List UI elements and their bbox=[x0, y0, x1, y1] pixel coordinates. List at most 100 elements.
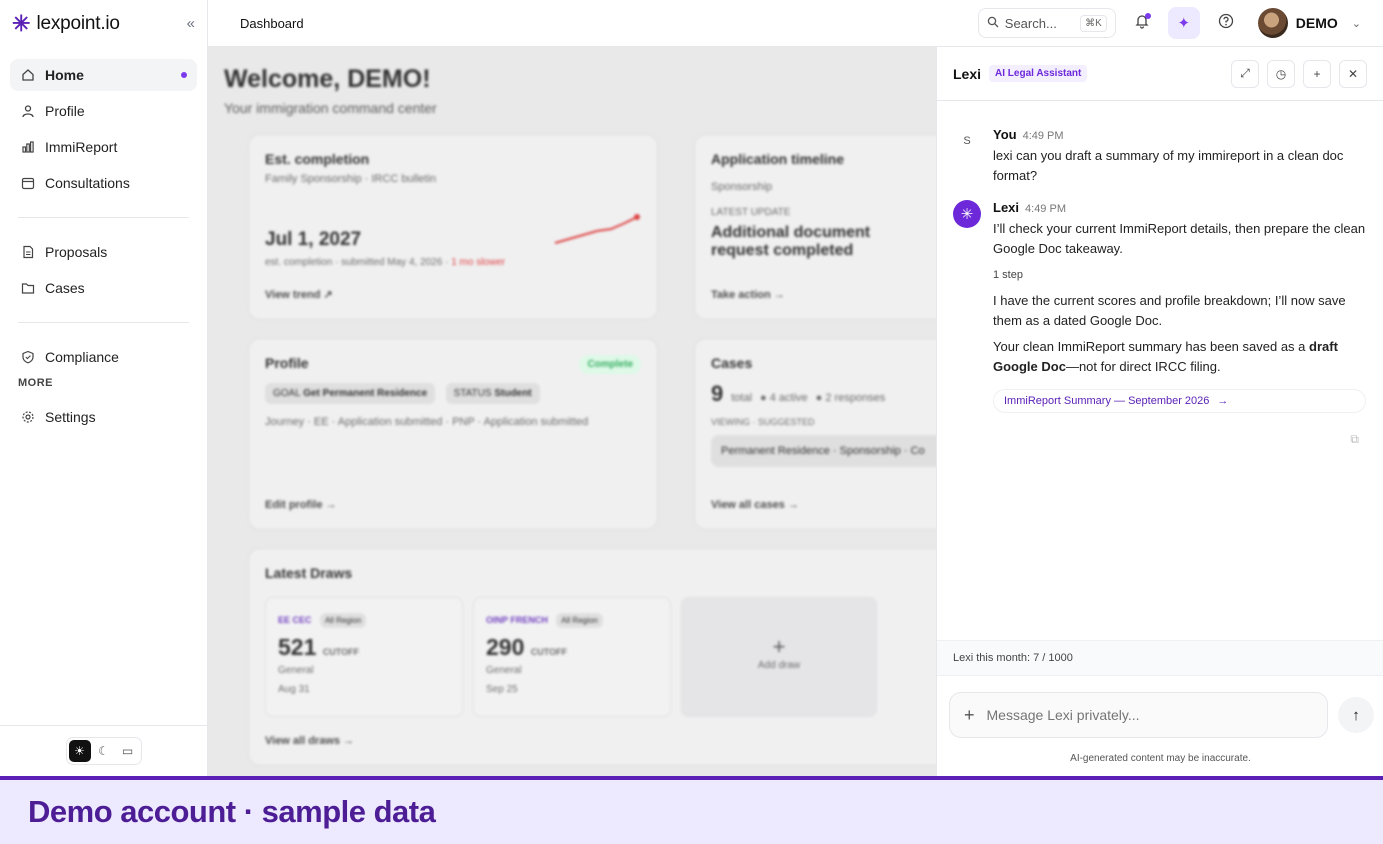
close-icon[interactable]: ✕ bbox=[1339, 59, 1367, 88]
draw-tag: EE CEC bbox=[278, 615, 312, 625]
draw-card[interactable]: OINP FRENCH All Region 290 CUTOFF Genera… bbox=[473, 597, 671, 717]
lexi-actions: ⤢ ◷ + ✕ bbox=[1231, 59, 1367, 88]
delta: 1 mo slower bbox=[451, 257, 506, 268]
expand-icon[interactable]: ⤢ bbox=[1231, 59, 1259, 88]
card-title: Application timeline bbox=[711, 151, 845, 167]
monitor-icon[interactable]: ▭ bbox=[117, 740, 139, 762]
brand-name: lexpoint.io bbox=[36, 12, 120, 34]
sidebar-nav: Home Profile ImmiReport Consultations Pr… bbox=[0, 47, 207, 433]
update-line-1: Additional document bbox=[711, 224, 871, 241]
view-all-draws-link[interactable]: View all draws → bbox=[265, 735, 354, 747]
card-subtitle: Family Sponsorship · IRCC bulletin bbox=[265, 173, 437, 185]
chart-icon bbox=[20, 140, 35, 155]
user-menu[interactable]: DEMO ⌄ bbox=[1257, 8, 1361, 38]
cases-card[interactable]: Cases 9 total ● 4 active ● 2 responses V… bbox=[694, 338, 936, 530]
cases-active: ● 4 active bbox=[760, 392, 808, 404]
copy-icon[interactable]: ⧉ bbox=[1350, 432, 1359, 447]
view-trend-link[interactable]: View trend ↗ bbox=[265, 288, 333, 301]
sidebar-item-settings[interactable]: Settings bbox=[10, 401, 197, 433]
status-badge: Complete bbox=[579, 355, 641, 374]
cases-responses: ● 2 responses bbox=[815, 392, 886, 404]
sidebar-item-proposals[interactable]: Proposals bbox=[10, 236, 197, 268]
ai-assistant-button[interactable]: ✦ bbox=[1167, 7, 1200, 39]
sidebar-item-label: Settings bbox=[45, 409, 96, 425]
assistant-tag: AI Legal Assistant bbox=[989, 65, 1088, 82]
draw-date: Aug 31 bbox=[278, 684, 310, 695]
demo-banner-text: Demo account · sample data bbox=[28, 794, 436, 829]
take-action-link[interactable]: Take action → bbox=[711, 289, 785, 301]
edit-profile-link[interactable]: Edit profile → bbox=[265, 499, 337, 511]
sidebar: ✳ lexpoint.io « Home Profile ImmiReport bbox=[0, 0, 208, 776]
search-shortcut: ⌘K bbox=[1080, 14, 1107, 32]
demo-banner: Demo account · sample data bbox=[0, 776, 1383, 844]
sidebar-item-profile[interactable]: Profile bbox=[10, 95, 197, 127]
search-label: Search... bbox=[1004, 15, 1057, 31]
view-all-cases-link[interactable]: View all cases → bbox=[711, 499, 799, 511]
cases-total-label: total bbox=[731, 392, 753, 404]
search-button[interactable]: Search... ⌘K bbox=[977, 8, 1116, 38]
draw-score: 521 CUTOFF bbox=[278, 634, 360, 660]
shield-icon bbox=[20, 350, 35, 365]
draw-region: All Region bbox=[319, 613, 367, 628]
profile-card[interactable]: Profile Complete GOAL Get Permanent Resi… bbox=[248, 338, 658, 530]
sidebar-item-label: Consultations bbox=[45, 175, 130, 191]
update-line-2: request completed bbox=[711, 242, 854, 259]
case-row[interactable]: Permanent Residence · Sponsorship · Co bbox=[711, 435, 936, 467]
sidebar-item-compliance[interactable]: Compliance bbox=[10, 341, 197, 373]
sidebar-item-label: Home bbox=[45, 67, 84, 83]
message-meta: Lexi 4:49 PM bbox=[993, 200, 1066, 215]
top-bar: Dashboard Search... ⌘K ✦ DEMO ⌄ bbox=[208, 0, 1383, 47]
active-dot bbox=[181, 72, 187, 78]
draw-region: All Region bbox=[556, 613, 603, 628]
add-draw-label: Add draw bbox=[757, 660, 801, 671]
sparkle-icon: ✦ bbox=[1177, 15, 1191, 32]
steps-toggle[interactable]: 1 step bbox=[993, 269, 1367, 281]
sidebar-item-cases[interactable]: Cases bbox=[10, 272, 197, 304]
send-button[interactable]: ↑ bbox=[1338, 697, 1374, 733]
help-button[interactable] bbox=[1210, 7, 1242, 39]
more-heading: MORE bbox=[18, 377, 53, 389]
theme-bar: ☀ ☾ ▭ bbox=[0, 725, 207, 776]
divider bbox=[18, 322, 189, 323]
sidebar-item-home[interactable]: Home bbox=[10, 59, 197, 91]
message-input[interactable] bbox=[986, 707, 1287, 723]
sidebar-item-label: ImmiReport bbox=[45, 139, 118, 155]
card-title: Est. completion bbox=[265, 151, 370, 167]
history-icon[interactable]: ◷ bbox=[1267, 59, 1295, 88]
lexi-header: Lexi AI Legal Assistant ⤢ ◷ + ✕ bbox=[937, 47, 1383, 101]
composer: + ↑ bbox=[949, 692, 1374, 738]
sun-icon[interactable]: ☀ bbox=[68, 740, 91, 762]
sidebar-item-immireport[interactable]: ImmiReport bbox=[10, 131, 197, 163]
notifications-button[interactable] bbox=[1126, 7, 1158, 39]
timeline-card[interactable]: Application timeline Sponsorship LATEST … bbox=[694, 134, 936, 320]
est-completion-card[interactable]: Est. completion Family Sponsorship · IRC… bbox=[248, 134, 658, 320]
user-name: DEMO bbox=[1295, 15, 1338, 31]
draws-card: Latest Draws EE CEC All Region 521 CUTOF… bbox=[248, 548, 936, 766]
add-draw-button[interactable]: + Add draw bbox=[681, 597, 877, 717]
brand: ✳ lexpoint.io « bbox=[0, 0, 207, 47]
draw-tag: OINP FRENCH bbox=[486, 615, 548, 625]
new-chat-icon[interactable]: + bbox=[1303, 59, 1331, 88]
sidebar-item-consultations[interactable]: Consultations bbox=[10, 167, 197, 199]
assistant-message: ✳ Lexi 4:49 PM I’ll check your current Im… bbox=[953, 200, 1367, 413]
attach-icon[interactable]: + bbox=[964, 705, 975, 726]
status-pill: STATUS Student bbox=[445, 383, 540, 404]
search-icon bbox=[987, 16, 999, 31]
divider bbox=[18, 217, 189, 218]
sidebar-item-label: Profile bbox=[45, 103, 85, 119]
home-icon bbox=[20, 68, 35, 83]
draw-score: 290 CUTOFF bbox=[486, 634, 568, 660]
chevron-down-icon: ⌄ bbox=[1351, 17, 1361, 30]
goal-pill: GOAL Get Permanent Residence bbox=[265, 383, 436, 404]
cases-total: 9 bbox=[711, 381, 724, 406]
breadcrumb: Dashboard bbox=[240, 15, 304, 31]
completion-detail: est. completion · submitted May 4, 2026 … bbox=[265, 257, 506, 268]
dashboard-main: Welcome, DEMO! Your immigration command … bbox=[208, 47, 936, 776]
collapse-sidebar-icon[interactable]: « bbox=[187, 15, 195, 32]
sidebar-item-label: Compliance bbox=[45, 349, 119, 365]
profile-pills: GOAL Get Permanent Residence STATUS Stud… bbox=[265, 383, 641, 404]
draw-card[interactable]: EE CEC All Region 521 CUTOFF General Aug… bbox=[265, 597, 463, 717]
moon-icon[interactable]: ☾ bbox=[93, 740, 115, 762]
draw-date: Sep 25 bbox=[486, 684, 518, 695]
doc-link[interactable]: ImmiReport Summary — September 2026 → bbox=[993, 389, 1366, 413]
